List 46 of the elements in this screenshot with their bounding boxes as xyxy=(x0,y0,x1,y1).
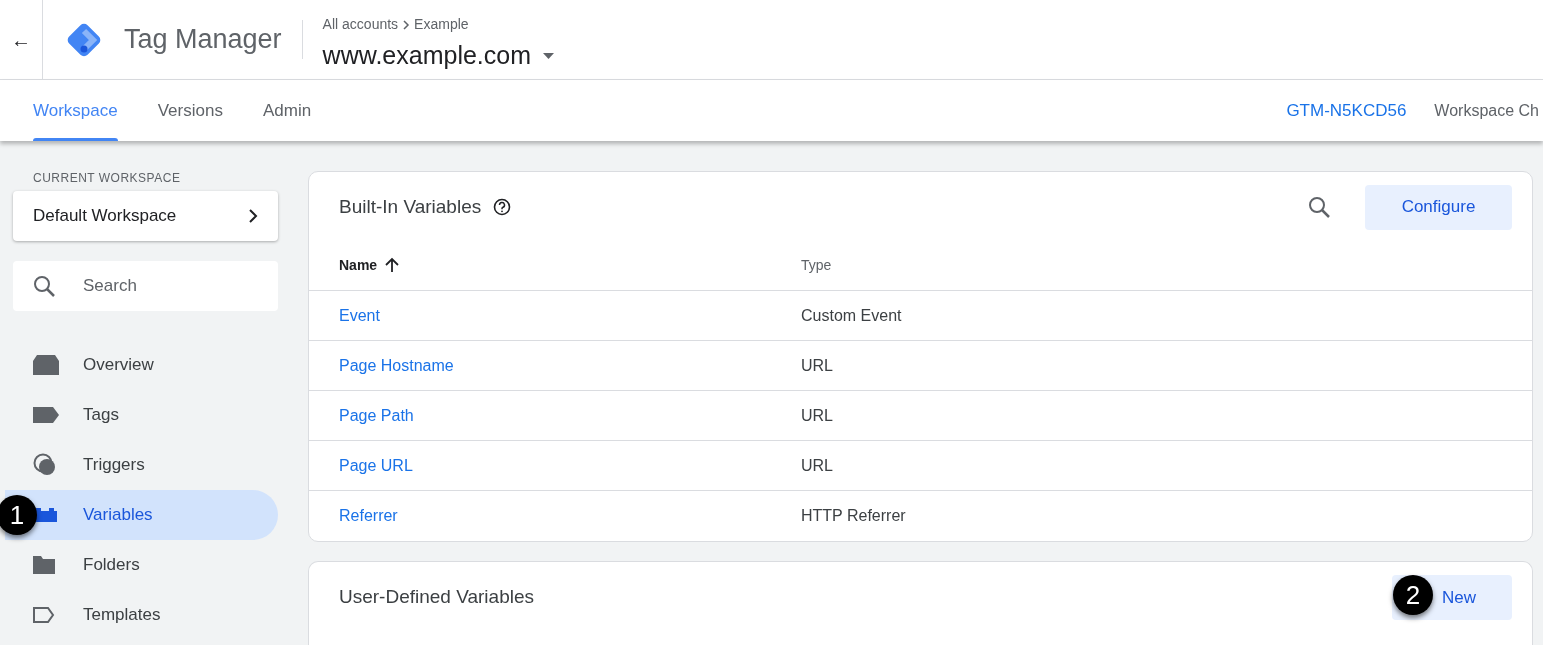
breadcrumb-link[interactable]: Example xyxy=(414,14,469,35)
back-button[interactable]: ← xyxy=(11,29,31,50)
column-header: Type xyxy=(801,255,832,275)
table-cell-text: Custom Event xyxy=(801,305,902,326)
container-name[interactable]: www.example.com xyxy=(322,37,531,75)
table-cell-text: URL xyxy=(801,405,833,426)
configure-button[interactable]: Configure xyxy=(1365,184,1512,230)
breadcrumb-link[interactable]: All accounts xyxy=(322,14,399,35)
nav-tab[interactable]: Admin xyxy=(242,80,332,141)
chevron-right-icon xyxy=(402,19,411,30)
sidebar-item[interactable]: Templates xyxy=(5,590,278,640)
column-header[interactable]: Name xyxy=(339,254,378,276)
variable-link[interactable]: Page URL xyxy=(339,456,413,474)
search-icon[interactable] xyxy=(1308,196,1330,218)
overview-icon xyxy=(33,355,59,375)
table-cell-text: URL xyxy=(801,455,833,476)
table-cell-text: HTTP Referrer xyxy=(801,506,906,526)
sidebar-item[interactable]: Tags xyxy=(5,390,278,440)
variable-link[interactable]: Page Hostname xyxy=(339,356,454,374)
sidebar-item[interactable]: Folders xyxy=(5,540,278,590)
variable-link[interactable]: Referrer xyxy=(339,507,398,524)
search-input[interactable]: Search xyxy=(83,273,233,299)
variable-link[interactable]: Event xyxy=(339,306,380,324)
overlapping-circles-icon xyxy=(33,453,57,477)
sidebar-item[interactable]: Overview xyxy=(5,340,278,390)
variable-link[interactable]: Page Path xyxy=(339,406,414,424)
chevron-right-icon xyxy=(248,209,258,223)
tag-icon xyxy=(33,407,59,423)
card-title: Built-In Variables xyxy=(339,194,482,219)
help-icon xyxy=(493,198,512,216)
workspace-changes-label: Workspace Ch xyxy=(1434,100,1539,121)
sidebar-item[interactable]: Triggers xyxy=(5,440,278,490)
nav-tab[interactable]: Versions xyxy=(137,80,243,141)
search-field[interactable]: Search xyxy=(13,261,278,311)
workspace-selector[interactable]: Default Workspace xyxy=(13,191,278,241)
section-label: CURRENT WORKSPACE xyxy=(32,171,182,185)
card-title: User-Defined Variables xyxy=(339,585,534,609)
sort-arrow-icon[interactable] xyxy=(385,257,400,273)
dropdown-caret-icon[interactable] xyxy=(543,52,554,59)
tag-outline-icon xyxy=(33,607,55,623)
folder-icon xyxy=(33,556,55,574)
search-icon xyxy=(33,275,55,297)
product-name: Tag Manager xyxy=(124,23,282,57)
container-id-link[interactable]: GTM-N5KCD56 xyxy=(1286,97,1407,124)
nav-tab[interactable]: Workspace xyxy=(13,80,138,141)
table-cell-text: URL xyxy=(801,355,833,376)
